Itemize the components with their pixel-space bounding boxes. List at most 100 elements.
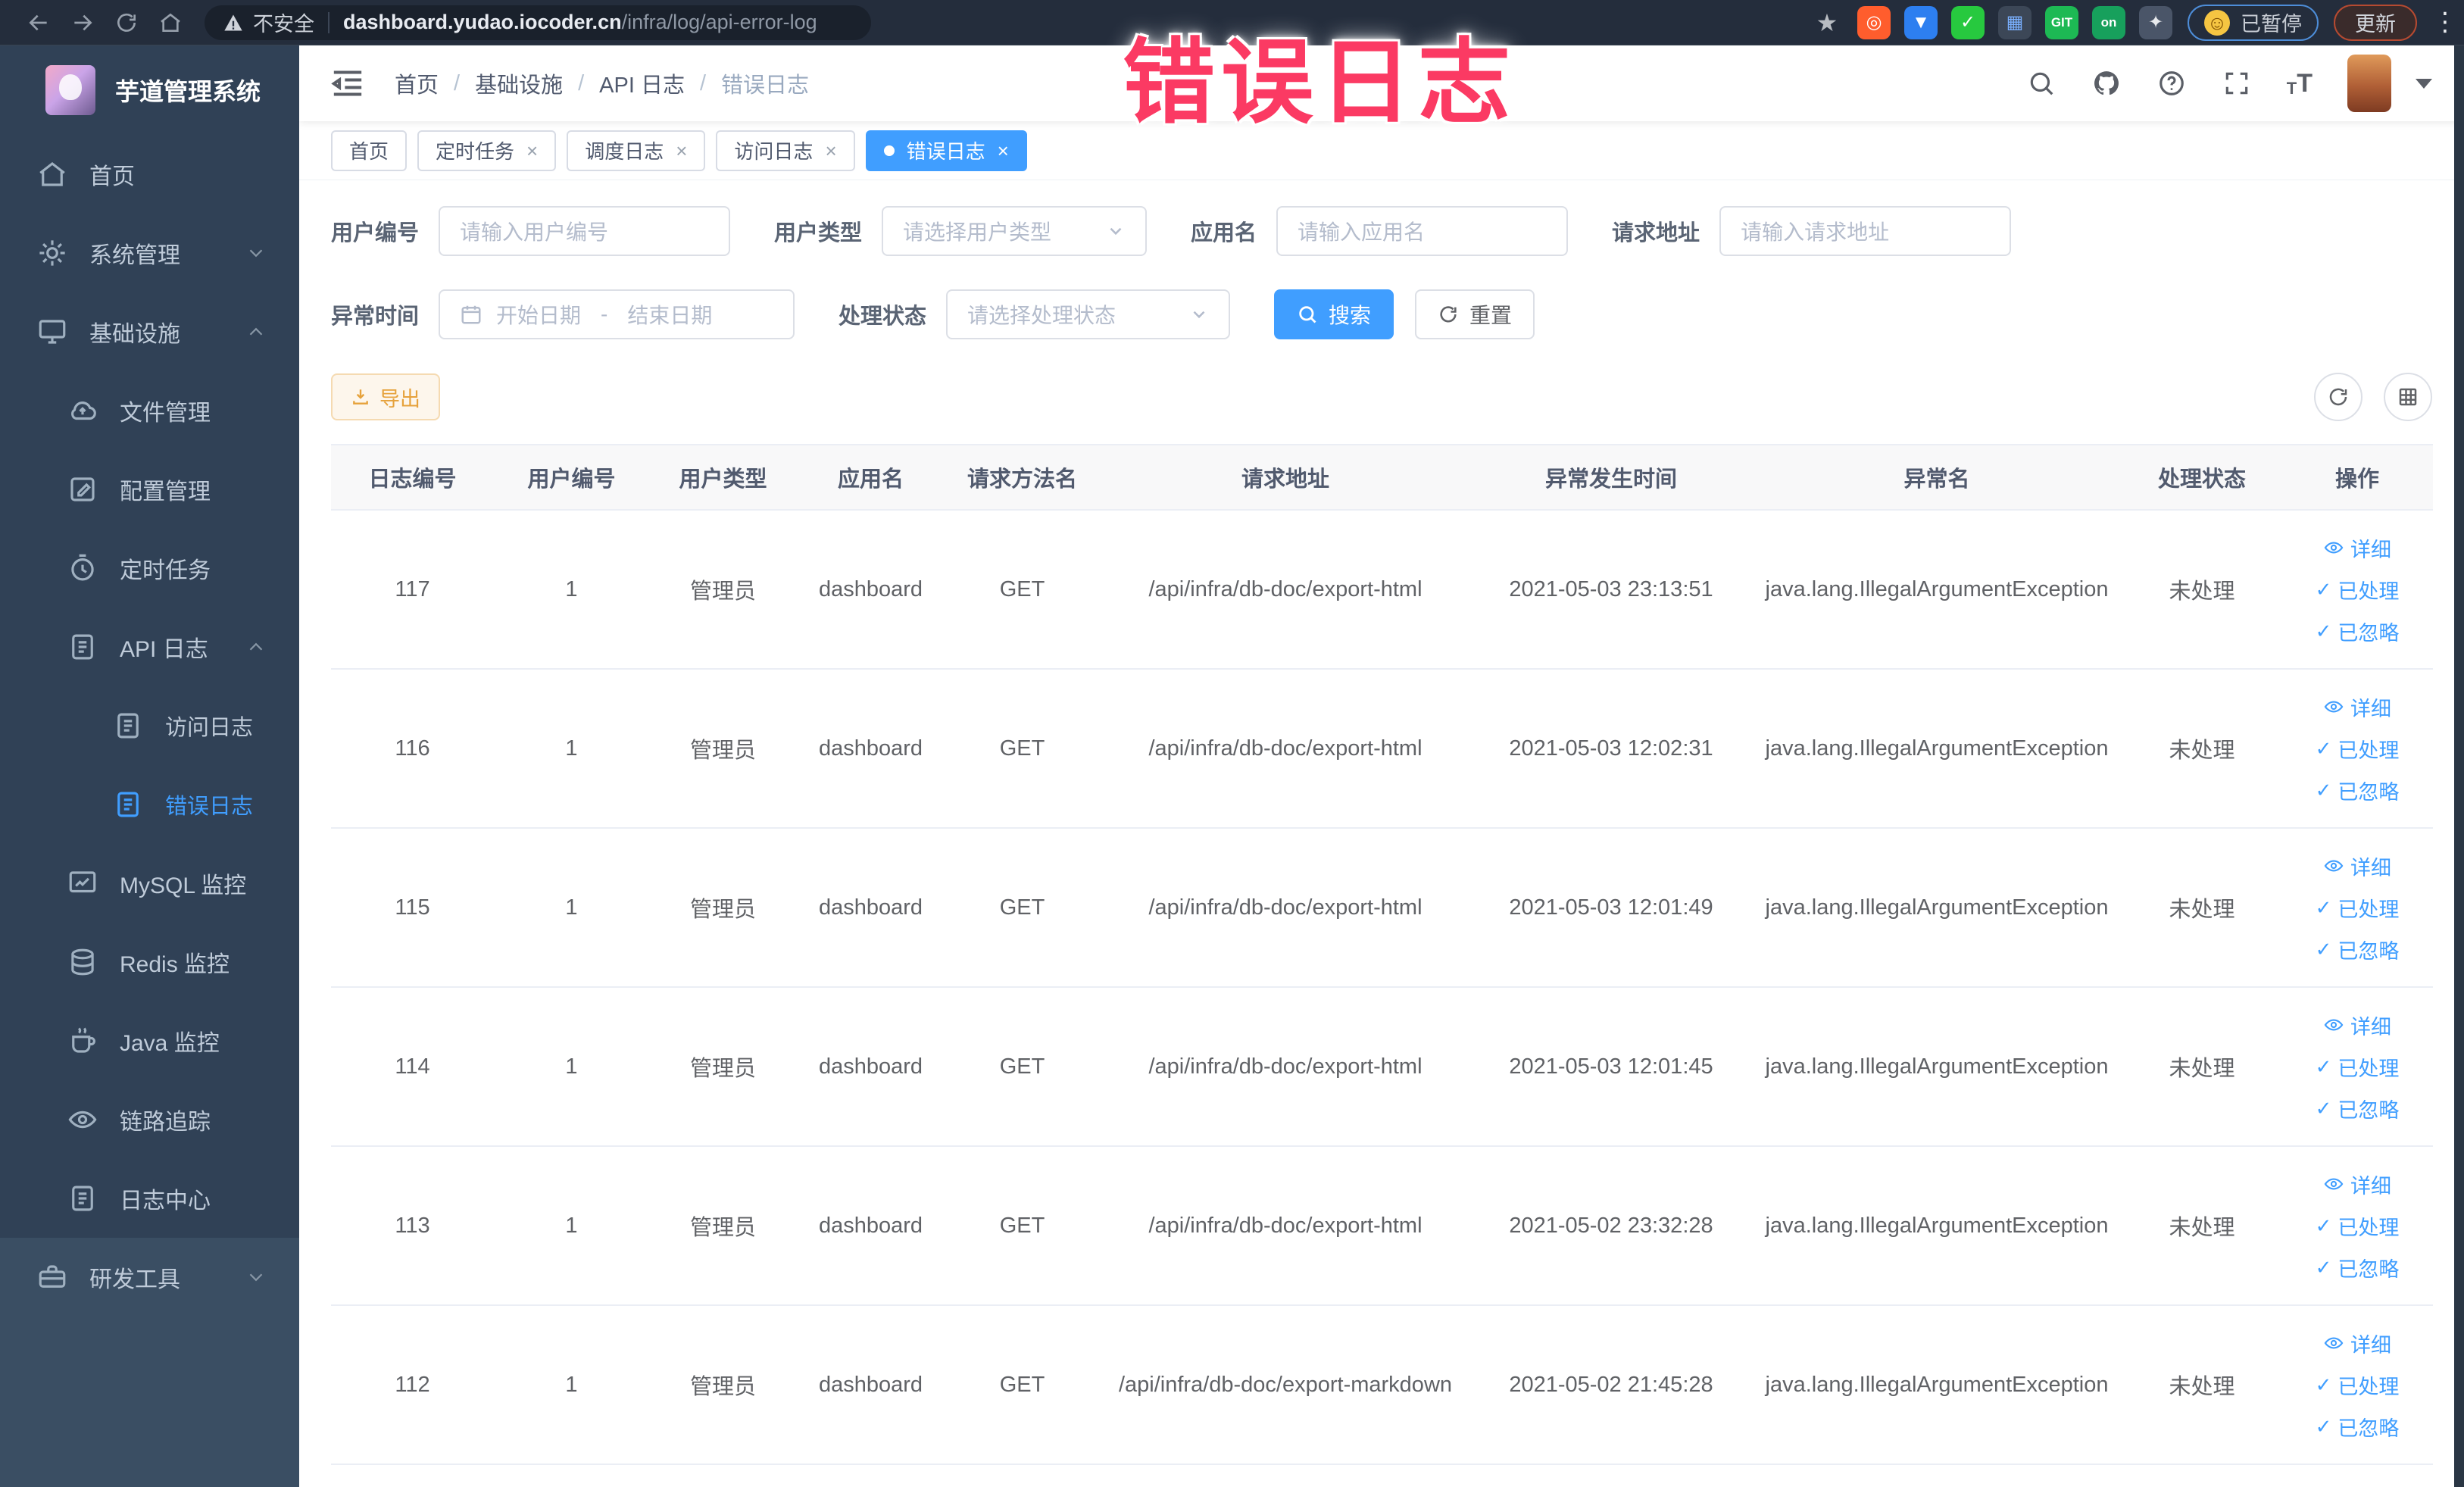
font-size-icon[interactable]: TT — [2287, 69, 2313, 98]
help-icon[interactable] — [2156, 68, 2187, 98]
cell-id: 115 — [331, 828, 494, 988]
tab-error-log[interactable]: 错误日志 × — [865, 130, 1027, 171]
mark-ignored-link[interactable]: ✓ 已忽略 — [2316, 617, 2400, 646]
mark-processed-link[interactable]: ✓ 已处理 — [2316, 734, 2400, 764]
forward-icon[interactable] — [61, 6, 105, 39]
column-settings-button[interactable] — [2384, 373, 2432, 421]
window-scrollbar[interactable] — [2454, 45, 2464, 1487]
mark-processed-link[interactable]: ✓ 已处理 — [2316, 1052, 2400, 1082]
update-button[interactable]: 更新 — [2334, 4, 2417, 41]
sidebar-item-api-log[interactable]: API 日志 — [0, 608, 299, 686]
sidebar-item-access-log[interactable]: 访问日志 — [0, 686, 299, 765]
sidebar-item-label: 基础设施 — [89, 322, 180, 347]
mark-processed-link[interactable]: ✓ 已处理 — [2316, 893, 2400, 923]
browser-menu-icon[interactable]: ⋮ — [2432, 9, 2458, 36]
user-type-select[interactable]: 请选择用户类型 — [882, 206, 1148, 256]
sidebar-item-log-center[interactable]: 日志中心 — [0, 1159, 299, 1238]
mark-processed-link[interactable]: ✓ 已处理 — [2316, 575, 2400, 604]
tab-cron-jobs[interactable]: 定时任务 × — [417, 130, 557, 171]
paused-badge[interactable]: ☺ 已暂停 — [2188, 4, 2319, 41]
cell-user_type: 管理员 — [649, 510, 797, 670]
detail-link[interactable]: 详细 — [2323, 1329, 2391, 1358]
chevron-up-icon — [245, 320, 267, 343]
ext-orange-icon[interactable]: ◎ — [1857, 5, 1891, 39]
export-button[interactable]: 导出 — [331, 373, 440, 420]
sidebar-item-error-log[interactable]: 错误日志 — [0, 765, 299, 844]
close-icon[interactable]: × — [825, 141, 836, 161]
mark-ignored-link[interactable]: ✓ 已忽略 — [2316, 776, 2400, 805]
user-id-input[interactable]: 请输入用户编号 — [439, 206, 731, 256]
tab-home[interactable]: 首页 — [331, 130, 408, 171]
address-bar[interactable]: 不安全 dashboard.yudao.iocoder.cn /infra/lo… — [205, 5, 871, 40]
detail-link[interactable]: 详细 — [2323, 533, 2391, 563]
ext-paw-icon[interactable]: ✦ — [2139, 5, 2172, 39]
search-icon[interactable] — [2026, 68, 2056, 98]
sidebar-item-java-monitor[interactable]: Java 监控 — [0, 1001, 299, 1080]
ext-green-check-icon[interactable]: ✓ — [1951, 5, 1985, 39]
sidebar-item-trace[interactable]: 链路追踪 — [0, 1080, 299, 1159]
bookmark-star-icon[interactable]: ★ — [1810, 6, 1844, 39]
user-avatar[interactable] — [2347, 55, 2391, 112]
detail-link[interactable]: 详细 — [2323, 1170, 2391, 1199]
sidebar-item-scheduled-jobs[interactable]: 定时任务 — [0, 529, 299, 608]
mark-ignored-link[interactable]: ✓ 已忽略 — [2316, 1094, 2400, 1123]
log-doc-icon — [67, 1182, 98, 1214]
reset-button[interactable]: 重置 — [1415, 289, 1535, 339]
check-icon: ✓ — [2315, 1054, 2332, 1078]
action-label: 已处理 — [2338, 898, 2400, 921]
mark-ignored-link[interactable]: ✓ 已忽略 — [2316, 1253, 2400, 1282]
home-icon[interactable] — [148, 6, 192, 39]
process-status-placeholder: 请选择处理状态 — [967, 304, 1116, 327]
refresh-table-button[interactable] — [2314, 373, 2363, 421]
mark-processed-link[interactable]: ✓ 已处理 — [2316, 1370, 2400, 1400]
app-name-placeholder: 请输入应用名 — [1298, 220, 1426, 244]
ext-git-icon[interactable]: GIT — [2045, 5, 2078, 39]
tab-access-log[interactable]: 访问日志 × — [716, 130, 855, 171]
cell-status: 未处理 — [2122, 669, 2281, 829]
app-title: 芋道管理系统 — [115, 78, 261, 105]
action-label: 详细 — [2350, 1333, 2391, 1357]
close-icon[interactable]: × — [998, 141, 1009, 161]
detail-link[interactable]: 详细 — [2323, 851, 2391, 881]
ext-grid-icon[interactable]: ▦ — [1998, 5, 2031, 39]
chevron-down-icon — [245, 242, 267, 264]
mark-processed-link[interactable]: ✓ 已处理 — [2316, 1211, 2400, 1241]
mark-ignored-link[interactable]: ✓ 已忽略 — [2316, 935, 2400, 964]
close-icon[interactable]: × — [676, 141, 687, 161]
sidebar-item-home[interactable]: 首页 — [0, 135, 299, 214]
chevron-down-icon[interactable] — [2416, 78, 2432, 89]
sidebar-item-system-mgmt[interactable]: 系统管理 — [0, 214, 299, 292]
breadcrumb-home[interactable]: 首页 — [395, 67, 439, 99]
sidebar-item-dev-tools[interactable]: 研发工具 — [0, 1238, 299, 1317]
process-status-select[interactable]: 请选择处理状态 — [946, 289, 1231, 339]
exception-time-range-picker[interactable]: 开始日期 - 结束日期 — [439, 289, 795, 339]
cell-user_id: 1 — [494, 1146, 649, 1306]
sidebar-item-redis-monitor[interactable]: Redis 监控 — [0, 923, 299, 1001]
sidebar-item-config-mgmt[interactable]: 配置管理 — [0, 450, 299, 529]
url-divider — [328, 11, 329, 33]
tab-job-log[interactable]: 调度日志 × — [567, 130, 706, 171]
cell-method: GET — [945, 1146, 1100, 1306]
fullscreen-icon[interactable] — [2222, 68, 2252, 98]
breadcrumb-infrastructure[interactable]: 基础设施 — [475, 67, 563, 99]
sidebar-item-infrastructure[interactable]: 基础设施 — [0, 292, 299, 371]
detail-link[interactable]: 详细 — [2323, 692, 2391, 722]
cell-time: 2021-05-03 12:02:31 — [1471, 669, 1751, 829]
sidebar-item-mysql-monitor[interactable]: MySQL 监控 — [0, 844, 299, 923]
search-button[interactable]: 搜索 — [1274, 289, 1394, 339]
request-url-input[interactable]: 请输入请求地址 — [1719, 206, 2012, 256]
hamburger-icon[interactable] — [331, 68, 364, 98]
ext-on-badge-icon[interactable]: on — [2092, 5, 2125, 39]
mark-ignored-link[interactable]: ✓ 已忽略 — [2316, 1412, 2400, 1442]
sidebar-item-file-mgmt[interactable]: 文件管理 — [0, 371, 299, 450]
close-icon[interactable]: × — [526, 141, 538, 161]
back-icon[interactable] — [17, 6, 61, 39]
breadcrumb-api-log[interactable]: API 日志 — [599, 67, 685, 99]
github-icon[interactable] — [2091, 68, 2122, 98]
ext-blue-drop-icon[interactable]: ▼ — [1904, 5, 1938, 39]
app-name-input[interactable]: 请输入应用名 — [1276, 206, 1569, 256]
detail-link[interactable]: 详细 — [2323, 1011, 2391, 1040]
app-logo[interactable]: 芋道管理系统 — [0, 45, 299, 135]
check-icon: ✓ — [2315, 1373, 2332, 1396]
reload-icon[interactable] — [105, 6, 148, 39]
